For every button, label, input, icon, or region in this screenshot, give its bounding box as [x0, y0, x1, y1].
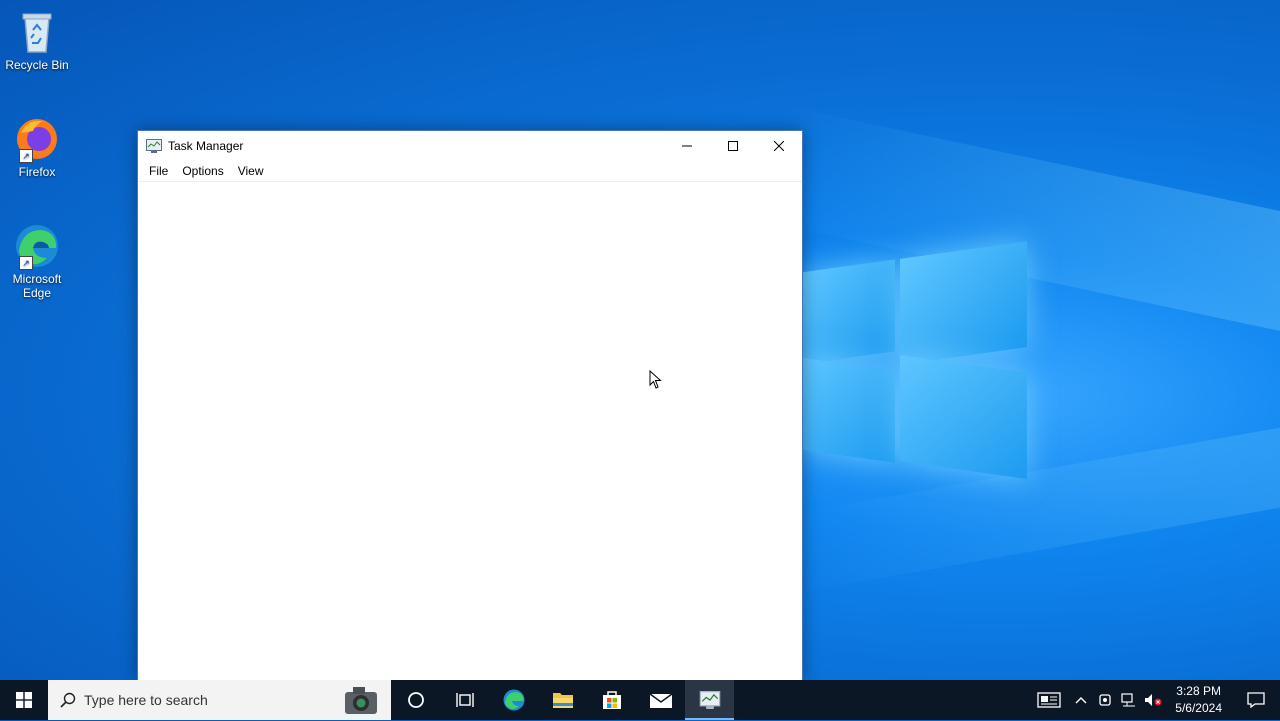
system-tray: 3:28 PM 5/6/2024	[1029, 680, 1280, 720]
task-manager-window[interactable]: Task Manager File Options View	[137, 130, 803, 682]
network-icon	[1121, 693, 1136, 707]
desktop-icon-firefox[interactable]: ↗ Firefox	[2, 115, 72, 179]
taskbar-search-box[interactable]: Type here to search	[48, 680, 391, 720]
recycle-bin-icon	[13, 8, 61, 56]
search-highlight-camera-icon	[343, 684, 379, 716]
task-view-icon	[455, 693, 474, 707]
task-view-button[interactable]	[440, 680, 489, 720]
desktop-icon-recycle-bin[interactable]: Recycle Bin	[2, 8, 72, 72]
clock-date: 5/6/2024	[1175, 701, 1222, 715]
title-bar[interactable]: Task Manager	[138, 131, 802, 161]
tray-device-button[interactable]	[1093, 680, 1117, 720]
file-explorer-icon	[552, 693, 573, 708]
desktop-icon-label: Recycle Bin	[5, 58, 69, 72]
menu-bar: File Options View	[138, 161, 802, 182]
news-widget-button[interactable]	[1029, 680, 1069, 720]
network-button[interactable]	[1117, 680, 1141, 720]
task-manager-icon	[699, 691, 720, 709]
taskbar-task-manager[interactable]	[685, 680, 734, 720]
notification-icon	[1247, 692, 1265, 708]
taskbar-mail[interactable]	[636, 680, 685, 720]
taskbar: Type here to search 3:28 PM 5/6/2024	[0, 680, 1280, 720]
action-center-button[interactable]	[1232, 680, 1280, 720]
chevron-up-icon	[1075, 697, 1087, 704]
mail-icon	[649, 693, 672, 708]
device-icon	[1099, 694, 1111, 706]
windows-start-icon	[16, 692, 32, 708]
windows-logo-wallpaper	[800, 240, 1030, 480]
edge-icon: ↗	[13, 222, 61, 270]
minimize-icon	[682, 145, 692, 147]
search-icon	[60, 692, 76, 708]
volume-button[interactable]	[1141, 680, 1165, 720]
maximize-button[interactable]	[710, 131, 756, 161]
taskbar-file-explorer[interactable]	[538, 680, 587, 720]
menu-options[interactable]: Options	[175, 164, 230, 178]
window-content-area	[138, 182, 802, 680]
start-button[interactable]	[0, 680, 48, 720]
desktop-icon-edge[interactable]: ↗ Microsoft Edge	[2, 222, 72, 300]
minimize-button[interactable]	[664, 131, 710, 161]
close-icon	[774, 141, 784, 151]
volume-muted-icon	[1145, 694, 1162, 706]
mouse-cursor-icon	[649, 369, 663, 395]
store-icon	[602, 691, 621, 709]
clock-time: 3:28 PM	[1176, 684, 1221, 698]
menu-view[interactable]: View	[231, 164, 271, 178]
task-manager-icon	[146, 139, 162, 153]
desktop-icon-label: Firefox	[18, 165, 56, 179]
taskbar-store[interactable]	[587, 680, 636, 720]
cortana-icon	[407, 692, 424, 708]
taskbar-edge[interactable]	[489, 680, 538, 720]
firefox-icon: ↗	[13, 115, 61, 163]
taskbar-clock[interactable]: 3:28 PM 5/6/2024	[1165, 683, 1232, 717]
window-title: Task Manager	[168, 139, 244, 153]
news-icon	[1037, 692, 1061, 708]
menu-file[interactable]: File	[142, 164, 175, 178]
cortana-button[interactable]	[391, 680, 440, 720]
edge-icon	[503, 689, 524, 711]
maximize-icon	[728, 141, 738, 151]
show-hidden-icons-button[interactable]	[1069, 680, 1093, 720]
close-button[interactable]	[756, 131, 802, 161]
search-placeholder: Type here to search	[84, 692, 208, 708]
desktop-icon-label: Microsoft Edge	[12, 272, 62, 300]
